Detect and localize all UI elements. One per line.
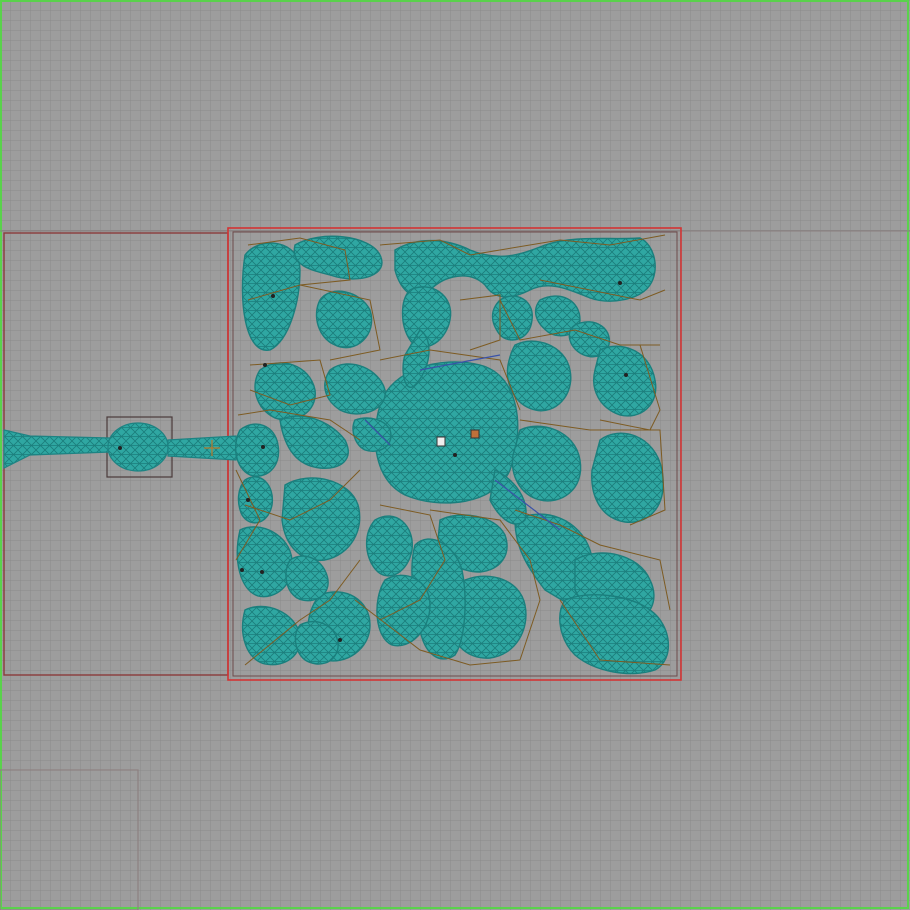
entity-marker-icon[interactable]: [624, 373, 628, 377]
entity-marker-icon[interactable]: [271, 294, 275, 298]
editor-canvas[interactable]: [0, 0, 910, 910]
entity-marker-icon[interactable]: [261, 445, 265, 449]
player-start-icon[interactable]: [436, 436, 446, 447]
entity-marker-icon[interactable]: [260, 570, 264, 574]
level-editor-viewport[interactable]: [0, 0, 910, 910]
entity-marker-icon[interactable]: [618, 281, 622, 285]
entity-marker-icon[interactable]: [240, 568, 244, 572]
entity-marker-icon[interactable]: [246, 498, 250, 502]
entity-marker-icon[interactable]: [118, 446, 122, 450]
light-source-icon[interactable]: [470, 429, 480, 439]
entity-marker-icon[interactable]: [338, 638, 342, 642]
entity-marker-icon[interactable]: [263, 363, 267, 367]
entity-marker-icon[interactable]: [453, 453, 457, 457]
